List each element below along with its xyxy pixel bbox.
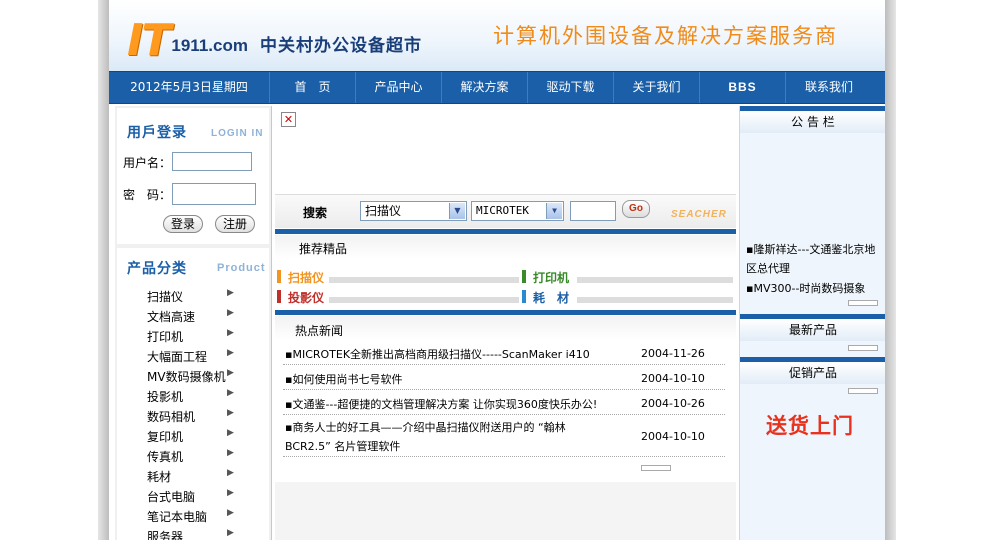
page-shadow-right [885, 0, 896, 540]
category-item[interactable]: 耗材 ▶ [147, 468, 239, 485]
news-divider [283, 414, 725, 415]
category-item-label: 投影机 [147, 390, 184, 404]
password-label: 密 码： [123, 188, 172, 202]
left-sidebar: 用戶登录 LOGIN IN 用户名： 密 码： 登录 注册 产品分类 Produ… [115, 106, 272, 540]
news-date: 2004-10-10 [641, 372, 705, 385]
current-date: 2012年5月3日星期四 [109, 72, 270, 103]
login-title: 用戶登录 [127, 125, 187, 141]
news-date: 2004-10-26 [641, 397, 705, 410]
category-item-label: 大幅面工程 [147, 350, 208, 364]
category-item-label: 文档高速 [147, 310, 196, 324]
category-item-label: 扫描仪 [147, 290, 184, 304]
category-item-label: 服务器 [147, 530, 184, 540]
promo-header: 促销产品 [740, 362, 885, 384]
notice-text: 隆斯祥达---文通鉴北京地区总代理 [746, 243, 876, 275]
news-title[interactable]: ▪商务人士的好工具——介绍中晶扫描仪附送用户的 “翰林 [285, 419, 566, 435]
logo-domain: 1911.com [171, 36, 248, 55]
username-label: 用户名： [123, 156, 172, 170]
login-box: 用戶登录 LOGIN IN 用户名： 密 码： 登录 注册 [117, 108, 269, 244]
category-item-label: 台式电脑 [147, 490, 196, 504]
logo-it: IT [127, 15, 171, 66]
chevron-right-icon: ▶ [227, 308, 234, 318]
category-item[interactable]: 投影机 ▶ [147, 388, 239, 405]
news-title[interactable]: ▪如何使用尚书七号软件 [285, 371, 402, 387]
category-item[interactable]: MV数码摄像机 ▶ [147, 368, 239, 385]
notice-text: MV300--时尚数码摄象 [753, 282, 866, 295]
notice-item[interactable]: ▪MV300--时尚数码摄象 [746, 279, 880, 298]
category-item-label: MV数码摄像机 [147, 370, 226, 384]
center-footer-area [275, 482, 736, 540]
chevron-right-icon: ▶ [227, 468, 234, 478]
news-date: 2004-11-26 [641, 347, 705, 360]
chevron-right-icon: ▶ [227, 408, 234, 418]
category-item[interactable]: 文档高速 ▶ [147, 308, 239, 325]
login-title-en: LOGIN IN [211, 128, 264, 139]
category-item[interactable]: 打印机 ▶ [147, 328, 239, 345]
news-title[interactable]: ▪MICROTEK全新推出高档商用级扫描仪-----ScanMaker i410 [285, 346, 590, 362]
category-title: 产品分类 [127, 261, 187, 277]
category-item-label: 打印机 [147, 330, 184, 344]
category-item-label: 耗材 [147, 470, 172, 484]
category-item[interactable]: 数码相机 ▶ [147, 408, 239, 425]
news-divider [283, 364, 725, 365]
category-item-label: 传真机 [147, 450, 184, 464]
notice-header: 公 告 栏 [740, 111, 885, 133]
notice-item[interactable]: ▪隆斯祥达---文通鉴北京地区总代理 [746, 240, 880, 278]
news-divider [283, 456, 725, 457]
news-title[interactable]: ▪文通鉴---超便捷的文档管理解决方案 让你实现360度快乐办公! [285, 396, 643, 412]
category-item[interactable]: 大幅面工程 ▶ [147, 348, 239, 365]
news-list: ▪MICROTEK全新推出高档商用级扫描仪-----ScanMaker i410… [275, 0, 736, 540]
chevron-right-icon: ▶ [227, 448, 234, 458]
right-sidebar: 公 告 栏 ▪隆斯祥达---文通鉴北京地区总代理 ▪MV300--时尚数码摄象 … [739, 106, 885, 540]
news-more-button[interactable] [641, 465, 671, 471]
chevron-right-icon: ▶ [227, 388, 234, 398]
username-input[interactable] [172, 152, 252, 171]
category-title-en: Product [217, 262, 266, 274]
register-button[interactable]: 注册 [215, 215, 255, 233]
chevron-right-icon: ▶ [227, 508, 234, 518]
chevron-right-icon: ▶ [227, 368, 234, 378]
page: IT 1911.com 中关村办公设备超市 计算机外围设备及解决方案服务商 20… [109, 0, 885, 540]
notice-more-button[interactable] [848, 300, 878, 306]
category-item-label: 笔记本电脑 [147, 510, 208, 524]
news-divider [283, 389, 725, 390]
right-margin [896, 0, 998, 540]
category-item[interactable]: 笔记本电脑 ▶ [147, 508, 239, 525]
category-item-label: 复印机 [147, 430, 184, 444]
chevron-right-icon: ▶ [227, 528, 234, 538]
news-date: 2004-10-10 [641, 430, 705, 443]
chevron-right-icon: ▶ [227, 288, 234, 298]
category-item-label: 数码相机 [147, 410, 196, 424]
category-item[interactable]: 台式电脑 ▶ [147, 488, 239, 505]
category-item[interactable]: 复印机 ▶ [147, 428, 239, 445]
category-item[interactable]: 扫描仪 ▶ [147, 288, 239, 305]
chevron-right-icon: ▶ [227, 488, 234, 498]
page-shadow-left [98, 0, 109, 540]
chevron-right-icon: ▶ [227, 348, 234, 358]
category-item[interactable]: 服务器 ▶ [147, 528, 239, 540]
new-products-header: 最新产品 [740, 319, 885, 341]
chevron-right-icon: ▶ [227, 328, 234, 338]
category-item[interactable]: 传真机 ▶ [147, 448, 239, 465]
login-button[interactable]: 登录 [163, 215, 203, 233]
delivery-banner[interactable]: 送货上门 [766, 410, 854, 440]
news-title-continued[interactable]: BCR2.5” 名片管理软件 [285, 438, 400, 454]
nav-contact[interactable]: 联系我们 [786, 72, 872, 103]
new-products-more-button[interactable] [848, 345, 878, 351]
category-box: 产品分类 Product 扫描仪 ▶ 文档高速 ▶ 打印机 ▶ 大幅面工程 ▶ MV数码摄像机 ▶… [117, 248, 269, 540]
left-margin [0, 0, 98, 540]
chevron-right-icon: ▶ [227, 428, 234, 438]
password-input[interactable] [172, 183, 256, 205]
promo-more-button[interactable] [848, 388, 878, 394]
